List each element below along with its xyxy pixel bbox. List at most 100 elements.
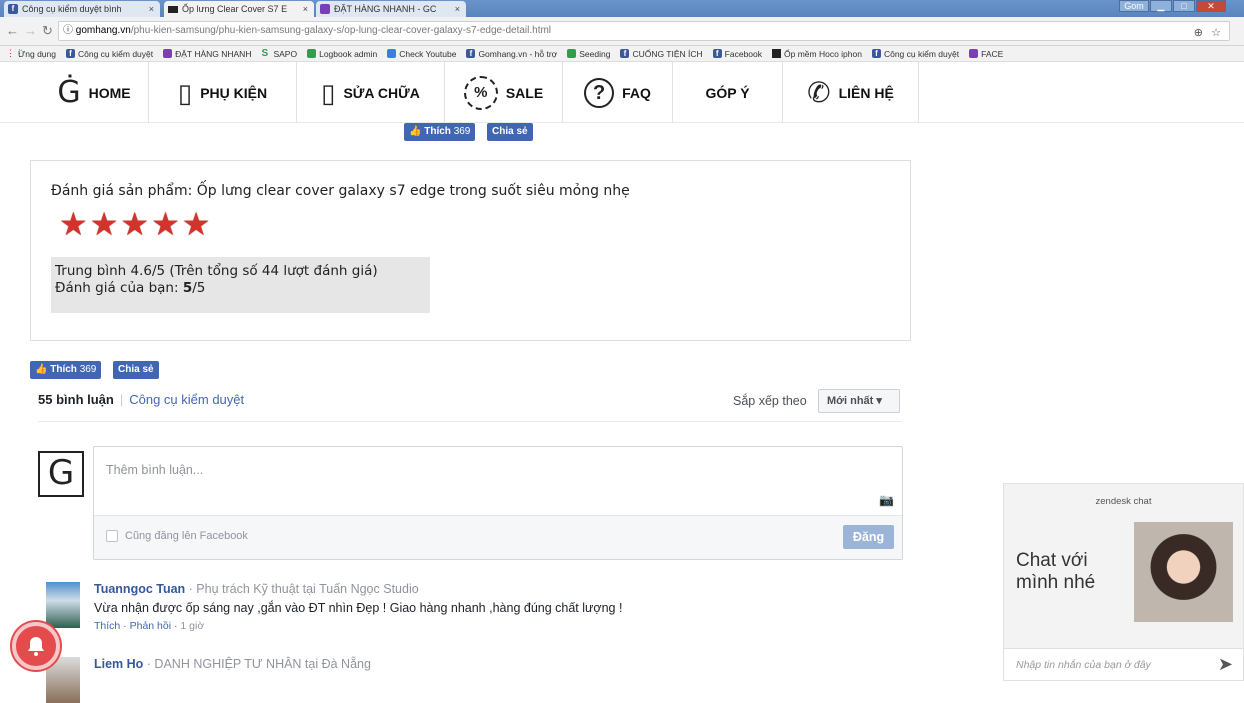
star-icon[interactable]: ★: [90, 205, 119, 243]
post-button[interactable]: Đăng: [843, 525, 894, 549]
close-icon[interactable]: ×: [299, 1, 308, 17]
tab-label: Ốp lưng Clear Cover S7 E: [182, 4, 288, 14]
like-count: 369: [453, 126, 471, 137]
like-button[interactable]: 👍 Thích 369: [404, 123, 476, 141]
divider: [38, 421, 902, 422]
bookmarks-bar: ⋮⋮ Ứng dụng f Công cụ kiểm duyệt ĐẶT HÀNG …: [0, 46, 1244, 62]
chat-title: zendesk chat: [1095, 496, 1152, 507]
share-button[interactable]: Chia sẻ: [113, 361, 159, 379]
bookmark-label: FACE: [981, 48, 1004, 59]
nav-faq[interactable]: ? FAQ: [563, 62, 673, 123]
bookmark-label: CUỐNG TIỆN ÍCH: [632, 48, 703, 59]
bookmark-label: SAPO: [273, 48, 298, 59]
shop-icon: [168, 5, 178, 13]
chat-widget[interactable]: zendesk chat Chat với mình nhé Nhập tin …: [1003, 483, 1244, 681]
bookmark-item[interactable]: f Công cụ kiểm duyệt: [65, 49, 153, 59]
bookmark-item[interactable]: Check Youtube: [387, 49, 456, 59]
question-icon: ?: [584, 77, 615, 108]
browser-tab[interactable]: ĐẶT HÀNG NHANH - GC ×: [316, 1, 466, 17]
nav-label: LIÊN HỆ: [838, 84, 894, 101]
close-window-button[interactable]: ✕: [1196, 0, 1226, 12]
address-bar: ← → ↻ ⓘ gomhang.vn/phu-kien-samsung/phu-…: [0, 17, 1244, 46]
nav-feedback[interactable]: GÓP Ý: [673, 62, 783, 123]
sort-select[interactable]: Mới nhất ▾: [818, 389, 900, 413]
agent-photo: [1134, 522, 1233, 622]
bookmark-item[interactable]: ⋮⋮ Ứng dụng: [6, 49, 56, 59]
nav-contact[interactable]: ✆ LIÊN HỆ: [783, 62, 919, 123]
sapo-icon: S: [261, 48, 269, 59]
nav-home[interactable]: Ġ HOME: [40, 62, 149, 123]
forward-icon[interactable]: →: [24, 23, 37, 38]
sheets-icon: [969, 49, 979, 58]
moderation-link[interactable]: Công cụ kiểm duyệt: [129, 392, 244, 407]
facebook-icon: f: [65, 49, 75, 58]
chevron-down-icon: ▾: [876, 395, 882, 407]
chat-input-bar: Nhập tin nhắn của bạn ở đây ➤: [1004, 648, 1243, 680]
comment-author[interactable]: Tuanngoc Tuan: [94, 582, 185, 596]
url-input[interactable]: ⓘ gomhang.vn/phu-kien-samsung/phu-kien-s…: [58, 21, 1230, 41]
browser-tab[interactable]: f Công cụ kiểm duyệt bình ×: [4, 1, 160, 17]
maximize-button[interactable]: □: [1173, 0, 1195, 12]
composer-footer: Cũng đăng lên Facebook Đăng: [94, 515, 902, 559]
comment-time: 1 giờ: [180, 620, 205, 632]
bookmark-item[interactable]: Logbook admin: [307, 49, 377, 59]
back-icon[interactable]: ←: [6, 23, 19, 38]
phone-icon: ▯: [177, 77, 193, 108]
star-icon[interactable]: ★: [151, 205, 180, 243]
notification-bell-button[interactable]: [12, 622, 60, 670]
url-host: gomhang.vn: [75, 25, 131, 36]
profile-button[interactable]: Gom: [1119, 0, 1149, 12]
bookmark-item[interactable]: f Gomhang.vn - hỗ trợ: [466, 49, 557, 59]
bookmark-label: Facebook: [724, 48, 763, 59]
nav-accessories[interactable]: ▯ PHỤ KIỆN: [149, 62, 297, 123]
comment-text: Vừa nhận được ốp sáng nay ,gắn vào ĐT nh…: [94, 601, 623, 615]
bookmark-item[interactable]: f CUỐNG TIỆN ÍCH: [620, 48, 703, 59]
bookmark-item[interactable]: f Công cụ kiểm duyệt: [871, 49, 959, 59]
bookmark-item[interactable]: ĐẶT HÀNG NHANH: [163, 49, 251, 59]
bookmark-item[interactable]: f Facebook: [712, 48, 763, 59]
close-icon[interactable]: ×: [451, 1, 460, 17]
comment-like-link[interactable]: Thích: [94, 620, 120, 632]
comment-body: Liem Ho · DANH NGHIỆP TƯ NHÂN tại Đà Nẵn…: [94, 657, 371, 671]
like-count: 369: [79, 364, 97, 375]
minimize-button[interactable]: ▁: [1150, 0, 1172, 12]
comment-reply-link[interactable]: Phản hồi: [130, 620, 171, 632]
star-icon[interactable]: ★: [182, 205, 211, 243]
share-button[interactable]: Chia sẻ: [487, 123, 533, 141]
nav-sale[interactable]: % SALE: [445, 62, 563, 123]
sale-badge-icon: %: [463, 75, 498, 110]
bookmark-item[interactable]: FACE: [969, 49, 1003, 59]
nav-label: FAQ: [622, 84, 651, 101]
sheets-icon: [163, 49, 173, 58]
sort-label: Sắp xếp theo: [733, 394, 807, 408]
comment-author[interactable]: Liem Ho: [94, 657, 143, 671]
comment-body: Tuanngoc Tuan · Phụ trách Kỹ thuật tại T…: [94, 582, 622, 632]
sheets-green-icon: [567, 49, 577, 58]
avatar[interactable]: [46, 582, 80, 628]
star-icon[interactable]: ★: [59, 205, 88, 243]
star-icon[interactable]: ★: [120, 205, 149, 243]
star-rating[interactable]: ★ ★ ★ ★ ★: [59, 205, 210, 243]
bookmark-item[interactable]: S SAPO: [261, 49, 297, 59]
sort-value: Mới nhất: [827, 395, 874, 407]
shop-icon: [772, 49, 782, 58]
comment-input[interactable]: Thêm bình luận...: [106, 463, 203, 477]
like-button[interactable]: 👍 Thích 369: [30, 361, 102, 379]
comment-composer[interactable]: Thêm bình luận... 📷 Cũng đăng lên Facebo…: [93, 446, 903, 560]
nav-repair[interactable]: ▯ SỬA CHỮA: [297, 62, 445, 123]
your-rating-value: 5: [182, 280, 193, 296]
bookmark-item[interactable]: Seeding: [567, 49, 610, 59]
reload-icon[interactable]: ↻: [42, 23, 53, 39]
bookmark-item[interactable]: Ốp mềm Hoco iphon: [772, 49, 862, 59]
comments-header: 55 bình luận | Công cụ kiểm duyệt: [38, 392, 245, 407]
url-path: /phu-kien-samsung/phu-kien-samsung-galax…: [130, 25, 552, 36]
also-post-checkbox[interactable]: [106, 530, 118, 542]
star-bookmark-icon[interactable]: ☆: [1211, 24, 1221, 40]
send-icon[interactable]: ➤: [1218, 654, 1233, 675]
browser-tab-active[interactable]: Ốp lưng Clear Cover S7 E ×: [164, 1, 314, 17]
chat-input[interactable]: Nhập tin nhắn của bạn ở đây: [1016, 659, 1151, 671]
g-logo-icon: Ġ: [57, 74, 81, 110]
camera-icon[interactable]: 📷: [879, 493, 894, 507]
close-icon[interactable]: ×: [145, 1, 154, 17]
zoom-icon[interactable]: ⊕: [1194, 24, 1203, 40]
